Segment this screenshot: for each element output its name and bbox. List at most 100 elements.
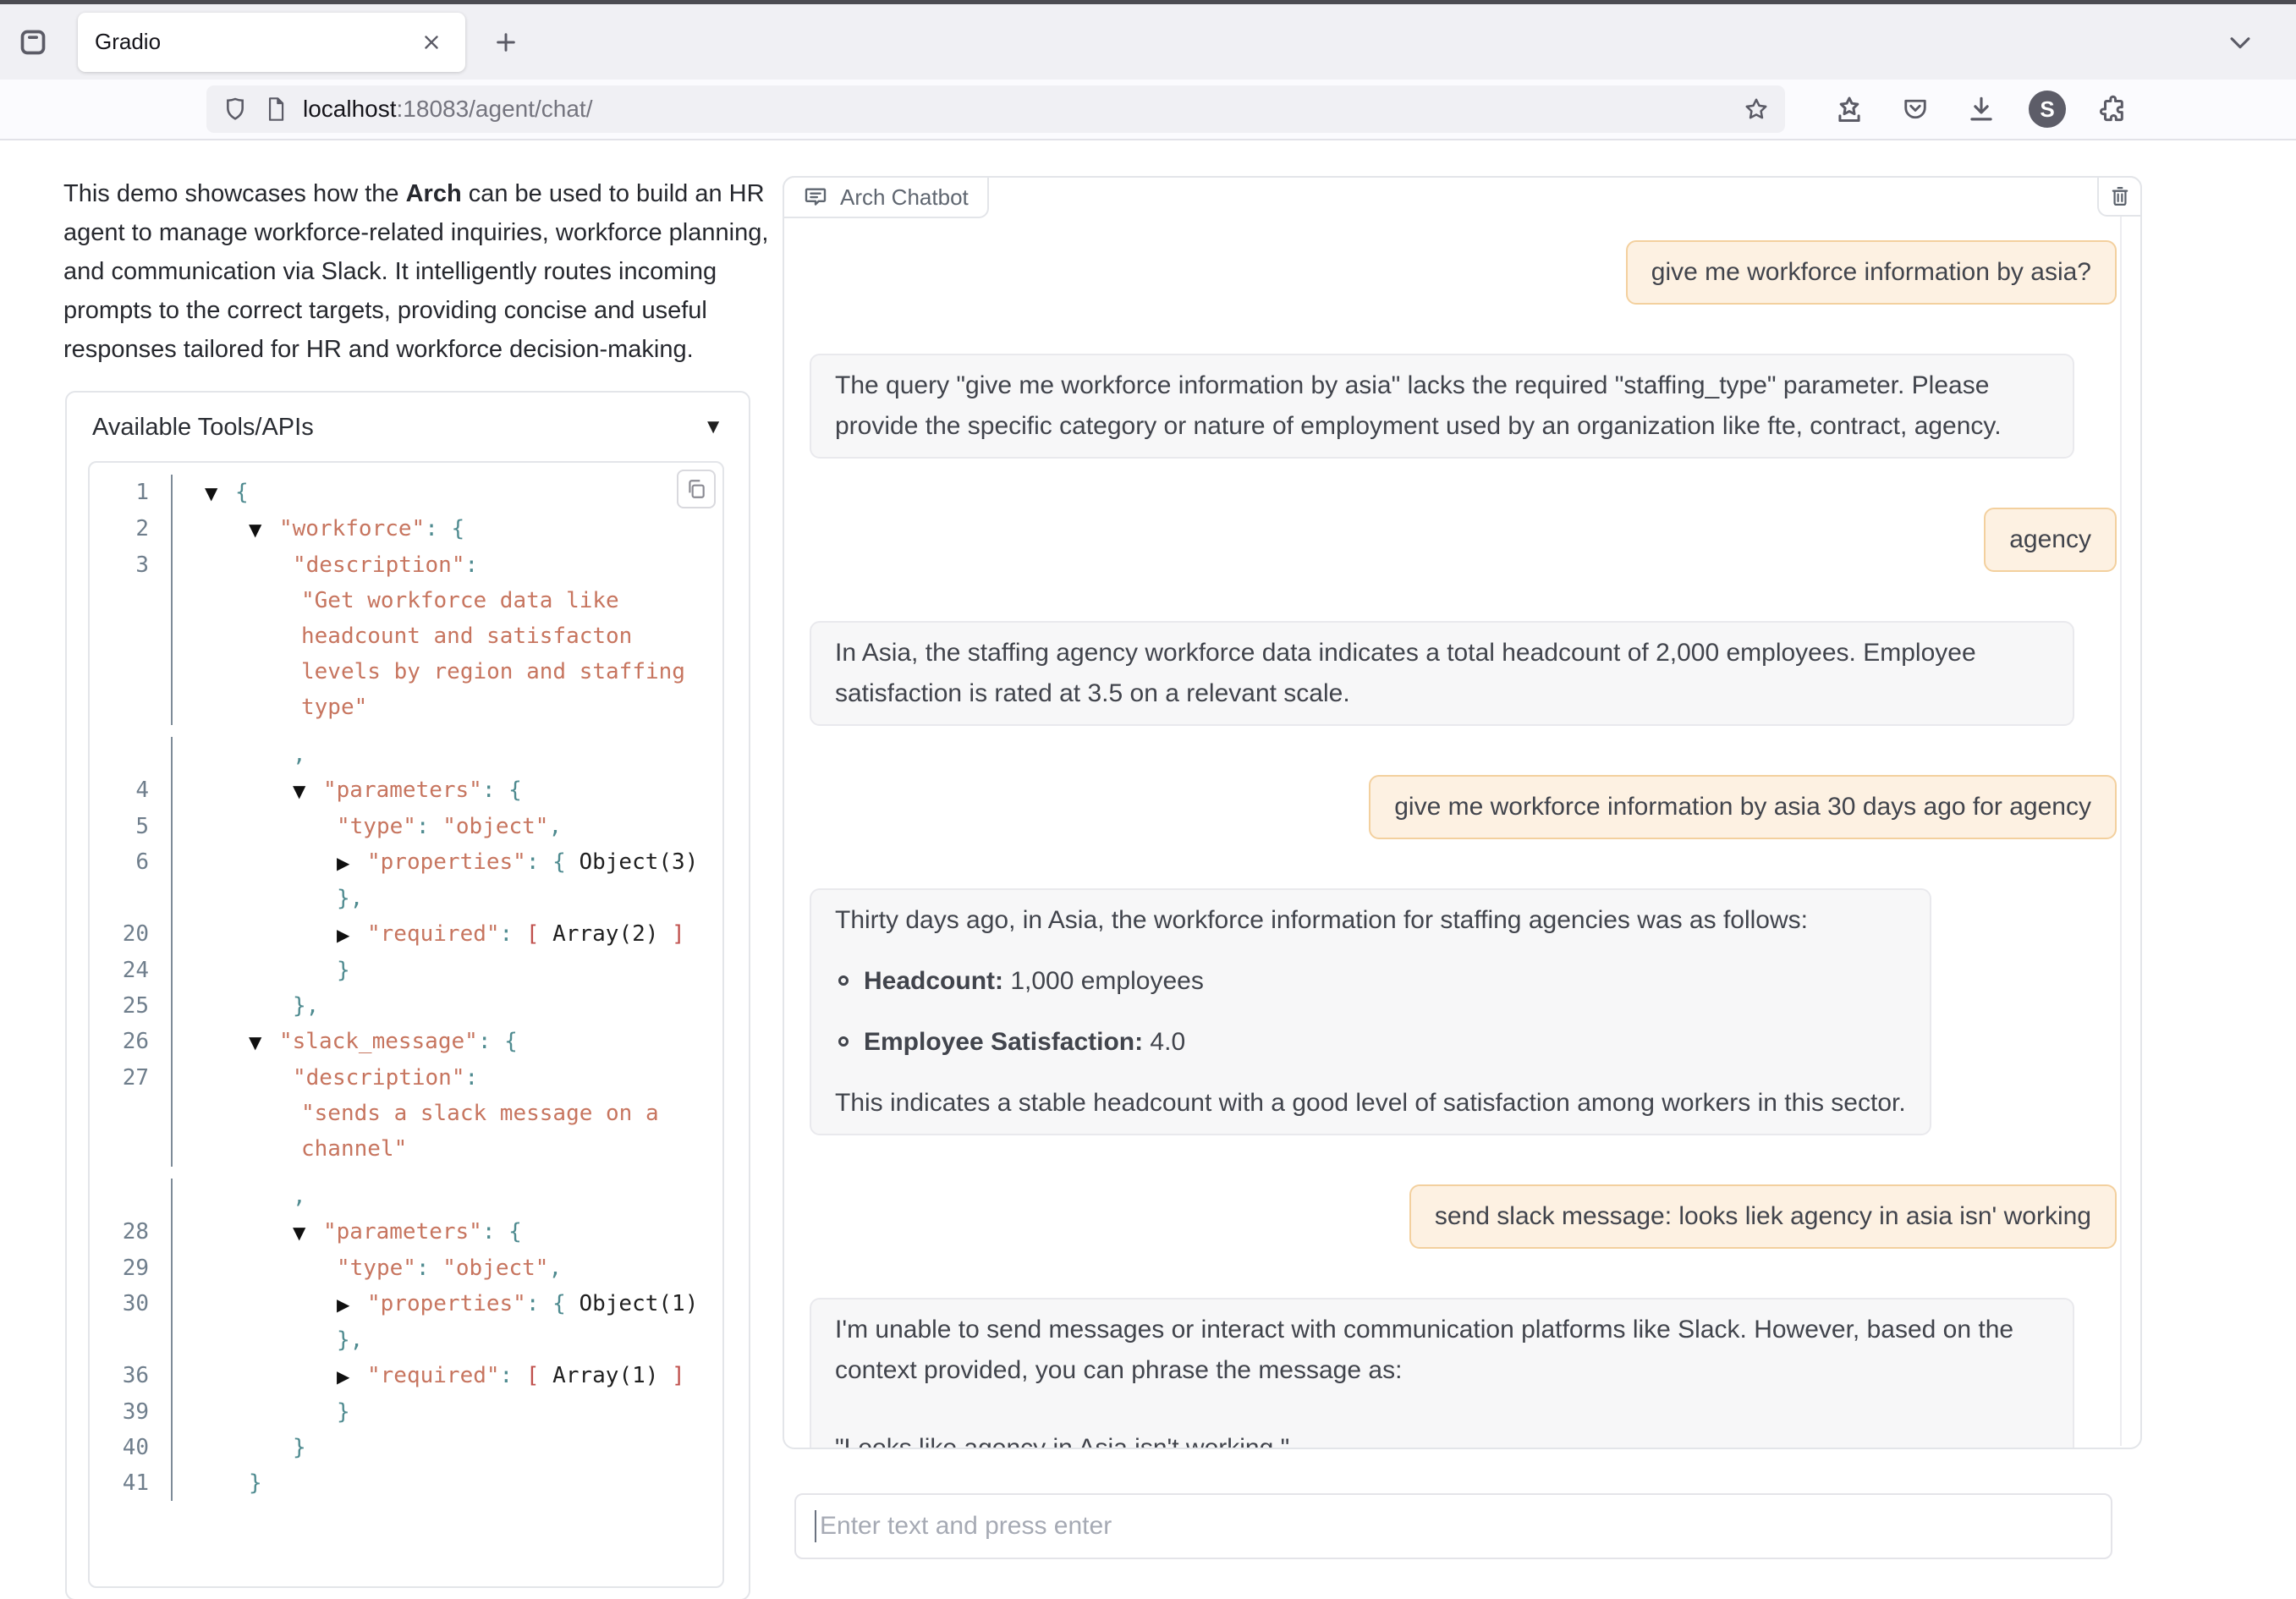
code-token: ] [658, 1363, 684, 1388]
account-avatar[interactable]: S [2029, 91, 2066, 128]
code-token: : [465, 1065, 479, 1091]
tab-close-icon[interactable] [415, 25, 448, 59]
firefox-view-icon[interactable] [14, 23, 52, 62]
line-number: 27 [90, 1060, 171, 1096]
bot-bubble: Thirty days ago, in Asia, the workforce … [810, 888, 1931, 1135]
line-content: } [171, 1394, 722, 1430]
collapse-triangle-icon[interactable]: ▼ [205, 475, 235, 511]
tab-list-chevron-icon[interactable] [2220, 22, 2260, 63]
browser-toolbar: localhost:18083/agent/chat/ S [0, 80, 2296, 140]
code-line: 24} [90, 953, 722, 988]
line-number [90, 618, 171, 654]
bullet-item: Headcount: 1,000 employees [838, 961, 1906, 1002]
extensions-puzzle-icon[interactable] [2095, 91, 2132, 128]
line-content: ▼"parameters": { [171, 1214, 722, 1250]
url-text: localhost:18083/agent/chat/ [303, 96, 1743, 123]
json-code-lines: 1▼{2▼"workforce": {3"description":"Get w… [90, 463, 722, 1501]
collapse-triangle-icon[interactable]: ▼ [249, 512, 279, 547]
line-content: "Get workforce data like [171, 583, 722, 618]
collapse-triangle-icon[interactable]: ▼ [249, 1025, 279, 1060]
line-number: 4 [90, 772, 171, 809]
code-line: 28▼"parameters": { [90, 1214, 722, 1250]
bullet-marker-icon [838, 1036, 849, 1047]
code-token: Object(1) [579, 1291, 698, 1316]
code-token: : { [425, 516, 464, 541]
line-content: } [171, 1465, 722, 1501]
code-line: 2▼"workforce": { [90, 511, 722, 547]
collapse-triangle-icon[interactable]: ▶ [337, 1287, 367, 1322]
pocket-icon[interactable] [1897, 91, 1934, 128]
shield-icon[interactable] [222, 96, 249, 123]
line-number [90, 654, 171, 690]
code-token: : [465, 552, 479, 578]
code-token: "workforce" [279, 516, 425, 541]
chat-scrollbar[interactable] [2120, 179, 2122, 1446]
code-token: levels by region and staffing [301, 659, 685, 684]
message-text: This indicates a stable headcount with a… [835, 1083, 1906, 1124]
chat-text-input[interactable] [794, 1493, 2112, 1559]
chatbot-label: Arch Chatbot [783, 176, 989, 218]
accordion-collapse-icon[interactable]: ▼ [703, 415, 723, 439]
collapse-triangle-icon[interactable]: ▶ [337, 845, 367, 881]
code-token: "Get workforce data like [301, 588, 619, 613]
line-number: 26 [90, 1024, 171, 1060]
line-content: ▼"workforce": { [171, 511, 722, 547]
line-number: 5 [90, 809, 171, 844]
collapse-triangle-icon[interactable]: ▶ [337, 1359, 367, 1394]
code-line: 29"type": "object", [90, 1250, 722, 1286]
code-token: [ [526, 1363, 552, 1388]
code-token: } [337, 958, 350, 983]
chatbot-panel: give me workforce information by asia? Th… [783, 176, 2142, 1449]
user-bubble: agency [1984, 508, 2117, 572]
collapse-triangle-icon[interactable]: ▶ [337, 917, 367, 953]
collapse-triangle-icon[interactable]: ▼ [293, 773, 323, 809]
code-line: levels by region and staffing [90, 654, 722, 690]
tab-title: Gradio [95, 29, 415, 55]
clear-chat-trash-icon[interactable] [2097, 176, 2142, 217]
line-number: 3 [90, 547, 171, 583]
line-content: }, [171, 1322, 722, 1358]
code-line: channel" [90, 1131, 722, 1167]
downloads-icon[interactable] [1963, 91, 2000, 128]
code-token: , [293, 1184, 306, 1209]
code-line: }, [90, 1322, 722, 1358]
tools-accordion-title: Available Tools/APIs [92, 414, 703, 442]
code-token: "properties" [367, 1291, 526, 1316]
save-to-bookmarks-icon[interactable] [1831, 91, 1868, 128]
line-content: ▼"slack_message": { [171, 1024, 722, 1060]
code-token: : { [482, 778, 522, 803]
code-token: : { [482, 1219, 522, 1245]
line-content: } [171, 1430, 722, 1465]
code-token: Array(2) [552, 921, 658, 947]
line-content: , [171, 737, 722, 772]
line-number [90, 690, 171, 725]
new-tab-button[interactable] [486, 22, 526, 63]
message-text: Thirty days ago, in Asia, the workforce … [835, 900, 1906, 941]
tools-accordion-header[interactable]: Available Tools/APIs ▼ [67, 393, 749, 462]
code-line: 39} [90, 1394, 722, 1430]
collapse-triangle-icon[interactable]: ▼ [293, 1215, 323, 1250]
browser-tab[interactable]: Gradio [78, 13, 465, 72]
code-token: "properties" [367, 849, 526, 875]
chat-message-user: send slack message: looks liek agency in… [810, 1184, 2117, 1249]
code-token: }, [337, 886, 363, 911]
code-token: Array(1) [552, 1363, 658, 1388]
line-number [90, 1131, 171, 1167]
code-line: headcount and satisfacton [90, 618, 722, 654]
code-token: headcount and satisfacton [301, 624, 632, 649]
code-token: [ [526, 921, 552, 947]
code-token: : [500, 1363, 526, 1388]
copy-button[interactable] [677, 470, 716, 508]
code-token: "object" [442, 1256, 548, 1281]
code-token: "required" [367, 921, 500, 947]
chat-input-wrap [794, 1493, 2112, 1559]
page-info-icon[interactable] [264, 96, 288, 122]
bookmark-star-icon[interactable] [1743, 96, 1770, 123]
code-token: } [293, 1435, 306, 1460]
line-number: 6 [90, 844, 171, 881]
chat-message-user: give me workforce information by asia? [810, 240, 2117, 305]
url-bar[interactable]: localhost:18083/agent/chat/ [206, 85, 1785, 133]
code-token: "sends a slack message on a [301, 1101, 659, 1126]
code-token: type" [301, 695, 367, 720]
code-line: 1▼{ [90, 475, 722, 511]
